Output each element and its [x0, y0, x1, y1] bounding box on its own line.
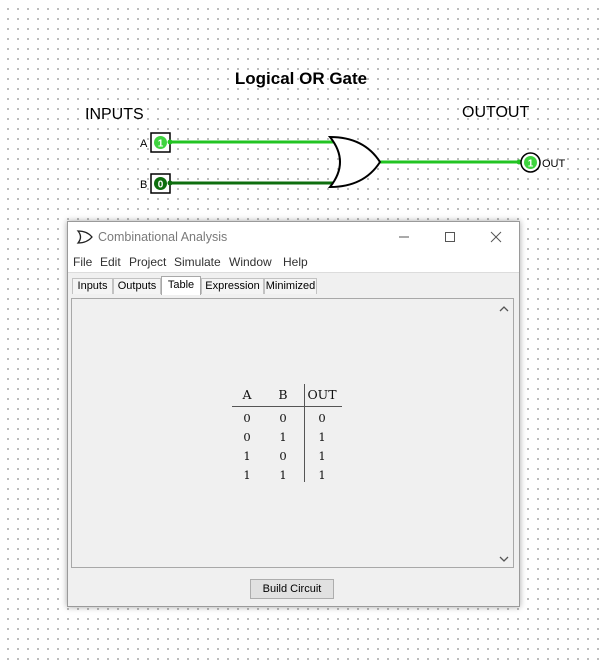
cell-b: 1	[279, 430, 287, 444]
window-title: Combinational Analysis	[98, 230, 228, 244]
table-row: 1 1 1	[232, 468, 342, 487]
output-label: OUT	[542, 158, 566, 170]
scroll-down-icon[interactable]	[499, 555, 509, 563]
input-b-port	[167, 180, 173, 186]
header-out: OUT	[307, 387, 337, 402]
cell-out[interactable]: 1	[305, 430, 339, 444]
outputs-label: OUTOUT	[462, 104, 529, 121]
menu-bar: File Edit Project Simulate Window Help	[68, 252, 519, 273]
or-gate-icon	[76, 230, 93, 244]
cell-out[interactable]: 1	[305, 468, 339, 482]
maximize-button[interactable]	[427, 222, 473, 252]
output-pin[interactable]: 1	[520, 152, 541, 173]
menu-help[interactable]: Help	[283, 255, 308, 269]
cell-b: 1	[279, 468, 287, 482]
table-row: 1 0 1	[232, 449, 342, 468]
header-divider	[232, 406, 342, 407]
tab-inputs[interactable]: Inputs	[72, 278, 113, 294]
minimize-button[interactable]	[381, 222, 427, 252]
input-pin-a[interactable]: 1	[150, 132, 171, 153]
table-panel[interactable]: A B OUT 0 0 0 0 1 1 1 0 1 1 1 1	[71, 298, 514, 568]
tab-minimized[interactable]: Minimized	[264, 278, 317, 294]
circuit-canvas[interactable]: Logical OR Gate INPUTS OUTOUT A 1 B 0 1 …	[0, 0, 607, 220]
input-a-label: A	[140, 138, 148, 150]
cell-a: 1	[243, 449, 251, 463]
cell-b: 0	[279, 411, 287, 425]
build-circuit-button[interactable]: Build Circuit	[250, 579, 334, 599]
tab-table[interactable]: Table	[161, 276, 201, 295]
table-row: 0 0 0	[232, 411, 342, 430]
tab-strip: Inputs Outputs Table Expression Minimize…	[72, 276, 517, 295]
header-a: A	[242, 387, 252, 402]
cell-a: 0	[243, 430, 251, 444]
tab-expression[interactable]: Expression	[201, 278, 264, 294]
cell-b: 0	[279, 449, 287, 463]
output-value: 1	[528, 159, 534, 170]
cell-a: 1	[243, 468, 251, 482]
inputs-label: INPUTS	[85, 106, 144, 123]
tab-outputs[interactable]: Outputs	[113, 278, 161, 294]
cell-out[interactable]: 0	[305, 411, 339, 425]
menu-window[interactable]: Window	[229, 255, 272, 269]
input-pin-b[interactable]: 0	[150, 173, 171, 194]
cell-a: 0	[243, 411, 251, 425]
menu-project[interactable]: Project	[129, 255, 166, 269]
table-row: 0 1 1	[232, 430, 342, 449]
input-a-port	[167, 139, 173, 145]
circuit-title: Logical OR Gate	[235, 69, 367, 88]
cell-out[interactable]: 1	[305, 449, 339, 463]
or-gate[interactable]	[327, 135, 382, 189]
menu-file[interactable]: File	[73, 255, 92, 269]
close-icon	[490, 231, 502, 243]
menu-edit[interactable]: Edit	[100, 255, 121, 269]
maximize-icon	[445, 232, 455, 242]
input-b-value: 0	[158, 180, 164, 191]
combinational-analysis-window[interactable]: Combinational Analysis File Edit Project…	[67, 221, 520, 607]
input-b-label: B	[140, 179, 147, 191]
close-button[interactable]	[473, 222, 519, 252]
scroll-up-icon[interactable]	[499, 305, 509, 313]
title-bar[interactable]: Combinational Analysis	[68, 222, 519, 252]
input-a-value: 1	[158, 139, 164, 150]
header-b: B	[278, 387, 288, 402]
truth-table-header: A B OUT	[232, 387, 342, 406]
minimize-icon	[399, 236, 409, 238]
menu-simulate[interactable]: Simulate	[174, 255, 221, 269]
